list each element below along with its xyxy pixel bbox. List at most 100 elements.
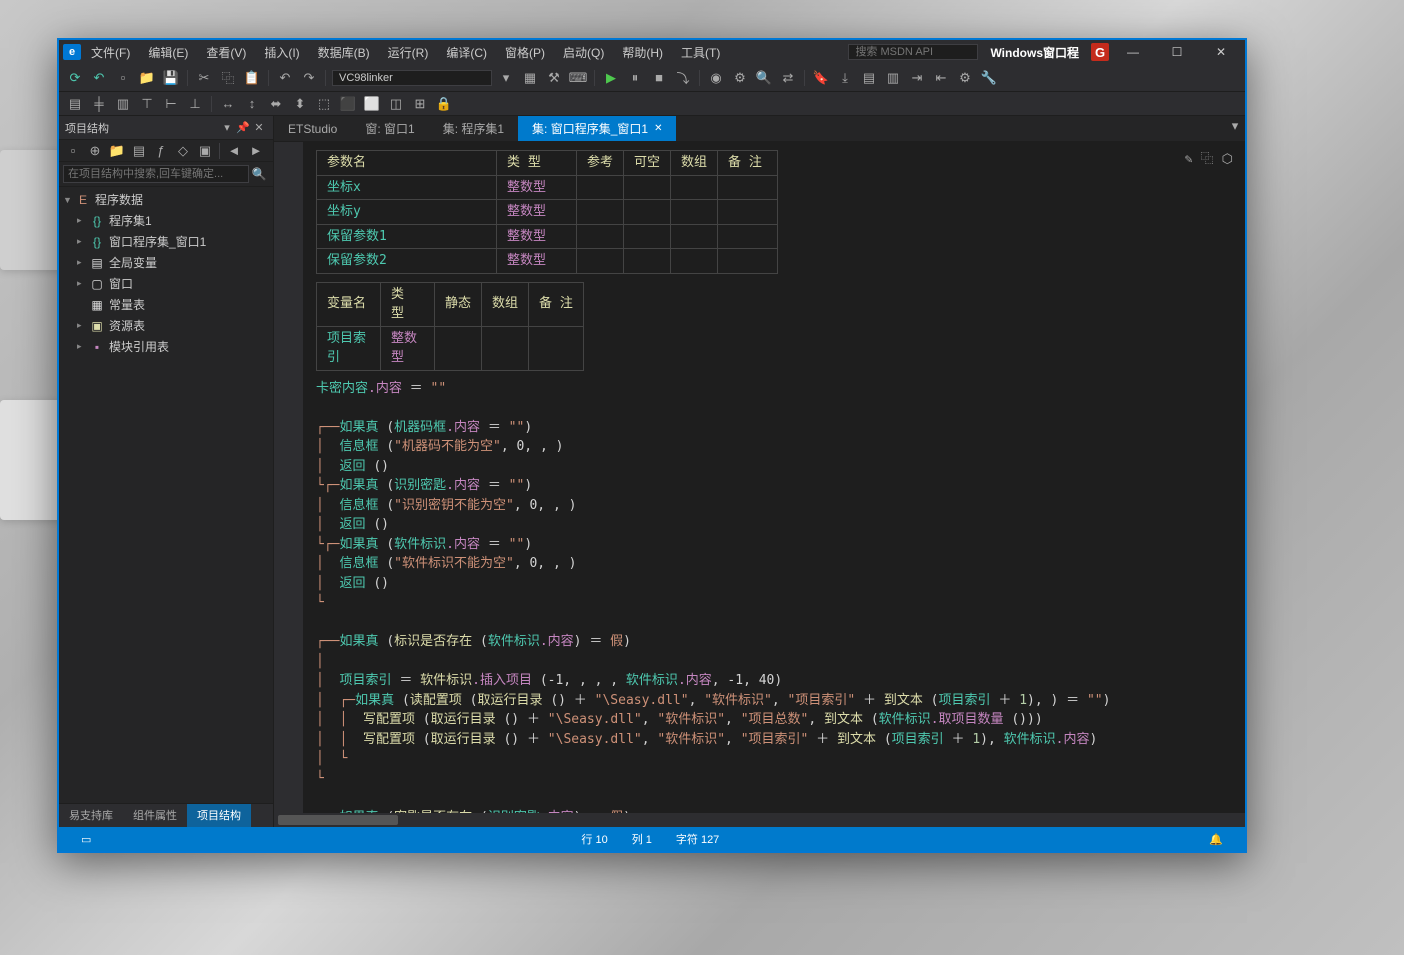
pause-icon[interactable]: ⏸ (625, 68, 645, 88)
panel-close-icon[interactable]: ✕ (251, 120, 267, 136)
tree-item-global-var[interactable]: ▸ ▤ 全局变量 (59, 252, 273, 273)
panel-pin-icon[interactable]: 📌 (235, 120, 251, 136)
menu-start[interactable]: 启动(Q) (555, 42, 612, 63)
tree-struct-icon[interactable]: ▣ (195, 141, 215, 161)
align-middle-icon[interactable]: ⊢ (161, 94, 181, 114)
cut-icon[interactable]: ✂ (194, 68, 214, 88)
sidebar-tab-structure[interactable]: 项目结构 (187, 804, 251, 827)
search-icon[interactable]: 🔍 (249, 164, 269, 184)
code-editor[interactable]: ✎ ⿻ ⬡ 参数名 类 型 参考 可空 数组 备 注 (304, 142, 1245, 813)
tree-var-icon[interactable]: ▤ (129, 141, 149, 161)
wrench-icon[interactable]: 🔧 (979, 68, 999, 88)
indent-icon[interactable]: ⇥ (907, 68, 927, 88)
tree-class-icon[interactable]: ◇ (173, 141, 193, 161)
bell-icon[interactable]: 🔔 (1197, 833, 1235, 846)
design-icon[interactable]: ▦ (520, 68, 540, 88)
tree-left-icon[interactable]: ◄ (224, 141, 244, 161)
find-icon[interactable]: 🔍 (754, 68, 774, 88)
paste-icon[interactable]: 📋 (242, 68, 262, 88)
tree-item-window[interactable]: ▸ ▢ 窗口 (59, 273, 273, 294)
settings-icon[interactable]: ⚙ (955, 68, 975, 88)
align-center-icon[interactable]: ╪ (89, 94, 109, 114)
tree-add-icon[interactable]: ⊕ (85, 141, 105, 161)
uncomment-icon[interactable]: ▥ (883, 68, 903, 88)
menu-view[interactable]: 查看(V) (198, 42, 254, 63)
editor-tab-set1[interactable]: 集: 程序集1 (429, 116, 518, 141)
same-width-icon[interactable]: ⬌ (266, 94, 286, 114)
menu-tools[interactable]: 工具(T) (673, 42, 728, 63)
sidebar-tab-library[interactable]: 易支持库 (59, 804, 123, 827)
tree-item-program-set1[interactable]: ▸ {} 程序集1 (59, 210, 273, 231)
panel-dropdown-icon[interactable]: ▾ (219, 120, 235, 136)
new-file-icon[interactable]: ▫ (113, 68, 133, 88)
scroll-thumb[interactable] (278, 815, 398, 825)
same-size-icon[interactable]: ⬚ (314, 94, 334, 114)
breakpoint-icon[interactable]: ◉ (706, 68, 726, 88)
sidebar-tab-properties[interactable]: 组件属性 (123, 804, 187, 827)
redo-icon[interactable]: ↷ (299, 68, 319, 88)
refresh-icon[interactable]: ⟳ (65, 68, 85, 88)
back-icon[interactable]: ↶ (89, 68, 109, 88)
editor-tab-window-set[interactable]: 集: 窗口程序集_窗口1 ✕ (518, 116, 676, 141)
send-back-icon[interactable]: ⬜ (362, 94, 382, 114)
linker-dropdown[interactable] (332, 70, 492, 86)
code-icon[interactable]: ⌨ (568, 68, 588, 88)
distribute-h-icon[interactable]: ↔ (218, 94, 238, 114)
undo-icon[interactable]: ↶ (275, 68, 295, 88)
bookmark-next-icon[interactable]: ⤓ (835, 68, 855, 88)
table-row[interactable]: 坐标x整数型 (317, 175, 778, 200)
tree-item-constants[interactable]: ▦ 常量表 (59, 294, 273, 315)
tab-close-icon[interactable]: ✕ (654, 123, 662, 134)
comment-icon[interactable]: ▤ (859, 68, 879, 88)
tree-root-program-data[interactable]: ▼ E 程序数据 (59, 189, 273, 210)
lock-icon[interactable]: 🔒 (434, 94, 454, 114)
minimize-button[interactable]: — (1113, 41, 1153, 63)
tree-right-icon[interactable]: ► (246, 141, 266, 161)
debug-icon[interactable]: ⚙ (730, 68, 750, 88)
menu-edit[interactable]: 编辑(E) (140, 42, 196, 63)
tree-item-window-program-set[interactable]: ▸ {} 窗口程序集_窗口1 (59, 231, 273, 252)
stop-icon[interactable]: ■ (649, 68, 669, 88)
distribute-v-icon[interactable]: ↕ (242, 94, 262, 114)
tree-folder-icon[interactable]: 📁 (107, 141, 127, 161)
menu-run[interactable]: 运行(R) (380, 42, 437, 63)
status-window-icon[interactable]: ▭ (69, 833, 103, 846)
step-icon[interactable]: ⤵ (673, 68, 693, 88)
align-bottom-icon[interactable]: ⊥ (185, 94, 205, 114)
table-row[interactable]: 坐标y整数型 (317, 200, 778, 225)
menu-pane[interactable]: 窗格(P) (497, 42, 553, 63)
tree-search-input[interactable] (63, 165, 249, 183)
tab-dropdown-icon[interactable]: ▾ (1225, 116, 1245, 136)
table-row[interactable]: 保留参数1整数型 (317, 224, 778, 249)
close-button[interactable]: ✕ (1201, 41, 1241, 63)
bookmark-icon[interactable]: 🔖 (811, 68, 831, 88)
same-height-icon[interactable]: ⬍ (290, 94, 310, 114)
align-left-icon[interactable]: ▤ (65, 94, 85, 114)
menu-help[interactable]: 帮助(H) (614, 42, 671, 63)
tab-order-icon[interactable]: ⊞ (410, 94, 430, 114)
menu-compile[interactable]: 编译(C) (438, 42, 495, 63)
editor-tab-etstudio[interactable]: ETStudio (274, 116, 351, 141)
group-icon[interactable]: ◫ (386, 94, 406, 114)
menu-file[interactable]: 文件(F) (83, 42, 138, 63)
horizontal-scrollbar[interactable] (274, 813, 1245, 827)
table-row[interactable]: 项目索引整数型 (317, 326, 584, 370)
align-right-icon[interactable]: ▥ (113, 94, 133, 114)
align-top-icon[interactable]: ⊤ (137, 94, 157, 114)
tree-item-module-refs[interactable]: ▸ ▪ 模块引用表 (59, 336, 273, 357)
editor-cube-icon[interactable]: ⬡ (1222, 150, 1233, 170)
tree-new-icon[interactable]: ▫ (63, 141, 83, 161)
open-folder-icon[interactable]: 📁 (137, 68, 157, 88)
tree-fn-icon[interactable]: ƒ (151, 141, 171, 161)
menu-database[interactable]: 数据库(B) (310, 42, 378, 63)
maximize-button[interactable]: ☐ (1157, 41, 1197, 63)
editor-tab-window1[interactable]: 窗: 窗口1 (351, 116, 428, 141)
outdent-icon[interactable]: ⇤ (931, 68, 951, 88)
editor-clipboard-icon[interactable]: ⿻ (1201, 150, 1214, 170)
menu-insert[interactable]: 插入(I) (256, 42, 307, 63)
save-icon[interactable]: 💾 (161, 68, 181, 88)
toolbox-icon[interactable]: ⚒ (544, 68, 564, 88)
bring-front-icon[interactable]: ⬛ (338, 94, 358, 114)
table-row[interactable]: 保留参数2整数型 (317, 249, 778, 274)
run-icon[interactable]: ▶ (601, 68, 621, 88)
